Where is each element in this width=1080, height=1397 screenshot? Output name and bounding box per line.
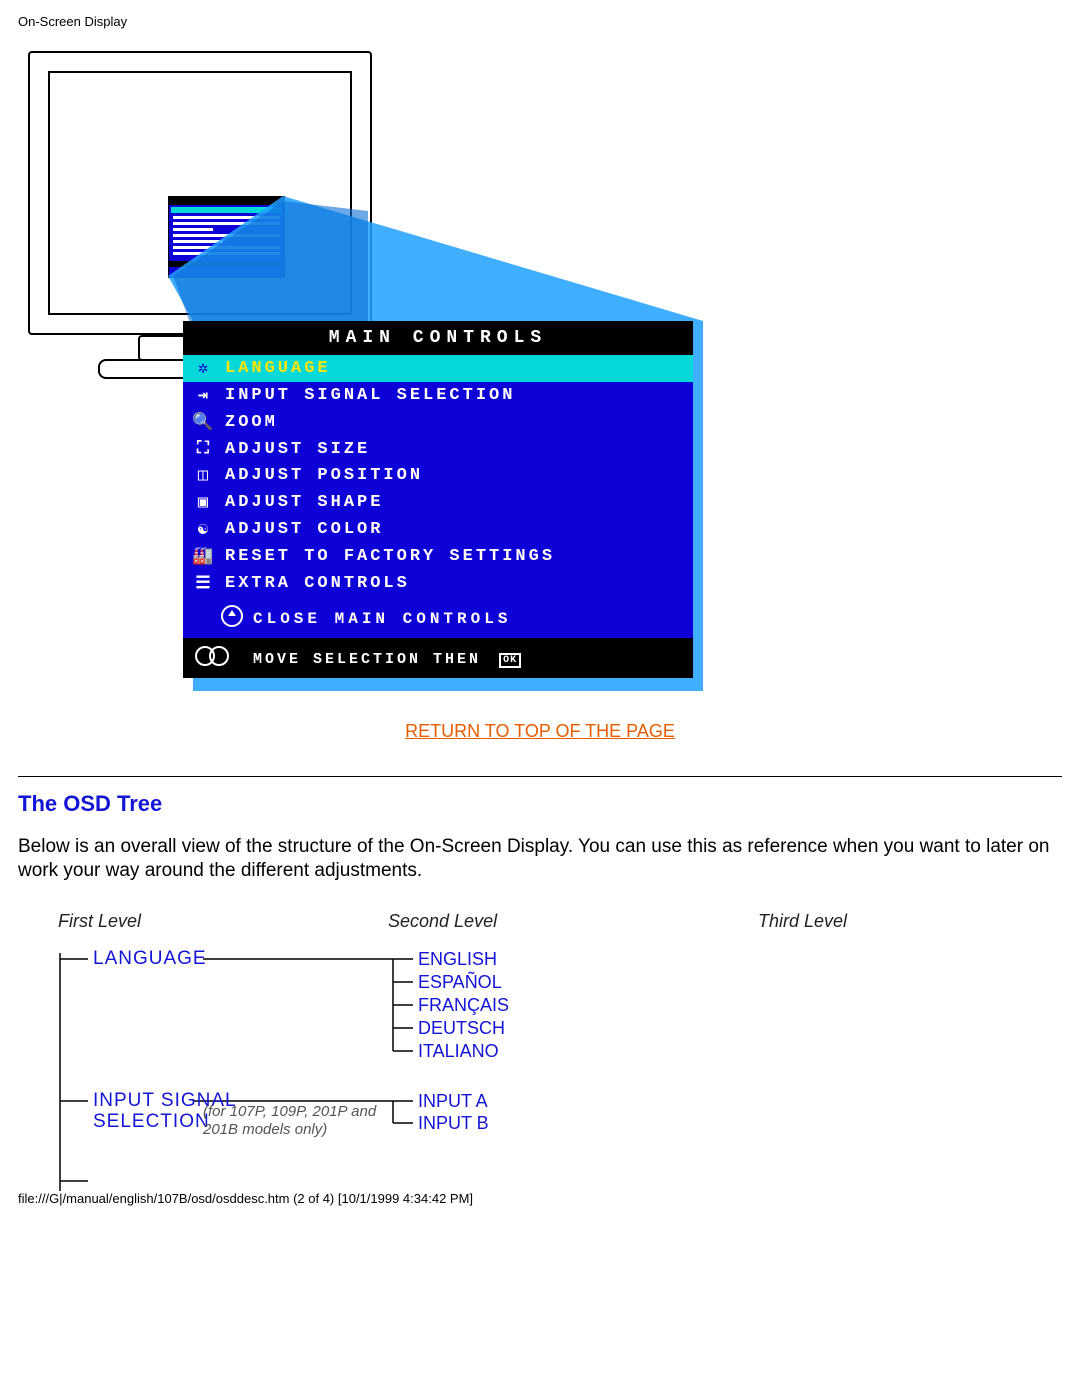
osd-item-adjust-size[interactable]: ⛶ ADJUST SIZE: [183, 436, 693, 462]
osd-item-reset[interactable]: 🏭 RESET TO FACTORY SETTINGS: [183, 543, 693, 570]
osd-item-label: ADJUST COLOR: [225, 520, 383, 539]
tree-node-language: LANGUAGE: [93, 948, 207, 970]
tree-node-italiano: ITALIANO: [418, 1041, 499, 1062]
tree-note-line1: (for 107P, 109P, 201P and: [203, 1103, 376, 1120]
footer-path: file:///G|/manual/english/107B/osd/osdde…: [18, 1191, 1062, 1206]
tree-node-deutsch: DEUTSCH: [418, 1018, 505, 1039]
osd-item-label: ADJUST SHAPE: [225, 493, 383, 512]
shape-icon: ▣: [191, 492, 215, 513]
osd-item-zoom[interactable]: 🔍 ZOOM: [183, 409, 693, 436]
osd-item-label: EXTRA CONTROLS: [225, 574, 410, 593]
tree-note-line2: 201B models only): [203, 1121, 327, 1138]
tree-node-espanol: ESPAÑOL: [418, 972, 502, 993]
section-heading: The OSD Tree: [18, 791, 1062, 817]
extra-icon: ☰: [191, 573, 215, 594]
mini-osd: [168, 196, 285, 278]
input-icon: ⇥: [191, 385, 215, 406]
tree-node-francais: FRANÇAIS: [418, 995, 509, 1016]
osd-panel: MAIN CONTROLS ✲ LANGUAGE ⇥ INPUT SIGNAL …: [183, 321, 693, 678]
osd-item-input-signal[interactable]: ⇥ INPUT SIGNAL SELECTION: [183, 382, 693, 409]
osd-item-label: LANGUAGE: [225, 359, 331, 378]
osd-item-label: INPUT SIGNAL SELECTION: [225, 386, 515, 405]
osd-close[interactable]: CLOSE MAIN CONTROLS: [183, 597, 693, 638]
size-icon: ⛶: [191, 439, 215, 459]
position-icon: ◫: [191, 465, 215, 486]
tree-node-input-b: INPUT B: [418, 1113, 489, 1134]
page-header: On-Screen Display: [18, 14, 1062, 29]
tree-node-english: ENGLISH: [418, 949, 497, 970]
osd-item-label: ZOOM: [225, 413, 278, 432]
osd-item-label: ADJUST POSITION: [225, 466, 423, 485]
globe-icon: ✲: [191, 358, 215, 379]
osd-item-adjust-shape[interactable]: ▣ ADJUST SHAPE: [183, 489, 693, 516]
osd-item-adjust-color[interactable]: ☯ ADJUST COLOR: [183, 516, 693, 543]
osd-illustration: MAIN CONTROLS ✲ LANGUAGE ⇥ INPUT SIGNAL …: [18, 51, 718, 691]
return-to-top-link[interactable]: RETURN TO TOP OF THE PAGE: [405, 721, 675, 741]
section-body: Below is an overall view of the structur…: [18, 835, 1062, 883]
osd-tree-diagram: First Level Second Level Third Level LAN…: [18, 911, 1018, 1191]
tree-node-input-a: INPUT A: [418, 1091, 488, 1112]
osd-footer: MOVE SELECTION THEN OK: [183, 638, 693, 678]
tree-node-input-signal-l2: SELECTION: [93, 1111, 210, 1133]
osd-item-language[interactable]: ✲ LANGUAGE: [183, 355, 693, 382]
osd-item-adjust-position[interactable]: ◫ ADJUST POSITION: [183, 462, 693, 489]
osd-item-label: ADJUST SIZE: [225, 440, 370, 459]
dial-up-icon: [209, 646, 229, 666]
osd-item-extra[interactable]: ☰ EXTRA CONTROLS: [183, 570, 693, 597]
knob-icon: [221, 605, 243, 627]
ok-badge: OK: [499, 653, 521, 668]
divider: [18, 776, 1062, 777]
osd-title: MAIN CONTROLS: [183, 321, 693, 355]
zoom-icon: 🔍: [191, 412, 215, 433]
osd-item-label: RESET TO FACTORY SETTINGS: [225, 547, 555, 566]
factory-icon: 🏭: [191, 546, 215, 567]
color-icon: ☯: [191, 519, 215, 540]
